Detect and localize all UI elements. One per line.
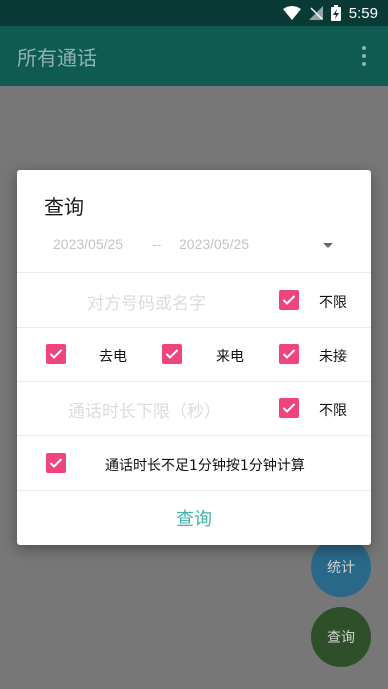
checkmark-icon (49, 458, 63, 468)
contact-unlimited-checkbox[interactable] (279, 290, 299, 310)
rounding-row: 通话时长不足1分钟按1分钟计算 (17, 435, 371, 489)
checkmark-icon (165, 349, 179, 359)
round-up-label: 通话时长不足1分钟按1分钟计算 (105, 458, 305, 474)
battery-charging-icon (330, 5, 341, 21)
call-type-row: 去电 来电 未接 (17, 327, 371, 381)
contact-unlimited-label: 不限 (319, 295, 347, 311)
app-title: 所有通话 (17, 46, 97, 70)
dropdown-arrow-icon[interactable] (323, 243, 333, 248)
duration-filter-row: 通话时长下限（秒） 不限 (17, 381, 371, 435)
checkmark-icon (282, 295, 296, 305)
date-range-spinner[interactable]: 2023/05/25 -- 2023/05/25 (17, 230, 371, 272)
checkmark-icon (282, 403, 296, 413)
status-bar: 5:59 (0, 0, 388, 26)
stats-fab-label: 统计 (327, 560, 355, 576)
stats-fab[interactable]: 统计 (311, 537, 371, 597)
app-bar: 所有通话 (0, 26, 388, 86)
contact-input[interactable]: 对方号码或名字 (87, 289, 206, 314)
incoming-label: 来电 (216, 349, 244, 365)
min-duration-input[interactable]: 通话时长下限（秒） (68, 397, 221, 422)
outgoing-label: 去电 (99, 349, 127, 365)
query-button[interactable]: 查询 (17, 491, 371, 545)
query-dialog: 查询 2023/05/25 -- 2023/05/25 对方号码或名字 不限 去… (17, 170, 371, 545)
end-date[interactable]: 2023/05/25 (179, 236, 249, 252)
checkmark-icon (282, 349, 296, 359)
query-fab-label: 查询 (327, 630, 355, 646)
overflow-menu-icon[interactable] (360, 46, 368, 66)
no-signal-icon (308, 6, 323, 20)
missed-label: 未接 (319, 349, 347, 365)
dialog-title: 查询 (44, 195, 84, 219)
contact-filter-row: 对方号码或名字 不限 (17, 273, 371, 327)
duration-unlimited-label: 不限 (319, 403, 347, 419)
duration-unlimited-checkbox[interactable] (279, 398, 299, 418)
date-separator: -- (152, 236, 162, 252)
start-date[interactable]: 2023/05/25 (53, 236, 123, 252)
round-up-checkbox[interactable] (46, 453, 66, 473)
checkmark-icon (49, 349, 63, 359)
wifi-icon (282, 6, 301, 20)
incoming-checkbox[interactable] (162, 344, 182, 364)
query-fab[interactable]: 查询 (311, 607, 371, 667)
missed-checkbox[interactable] (279, 344, 299, 364)
outgoing-checkbox[interactable] (46, 344, 66, 364)
status-icons: 5:59 (282, 3, 378, 23)
status-time: 5:59 (348, 4, 378, 22)
